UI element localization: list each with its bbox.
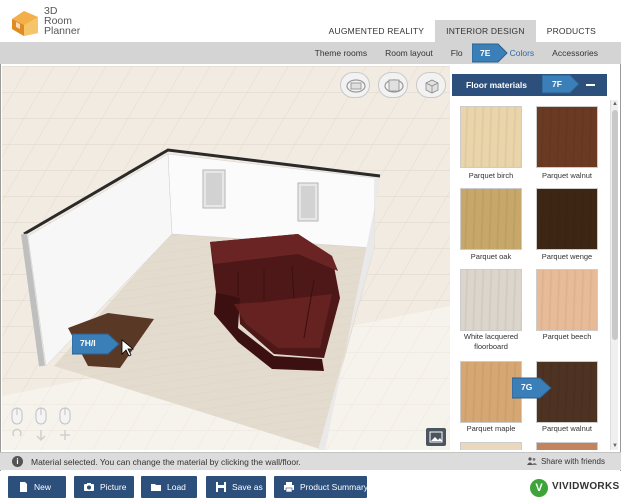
- nav-augmented-reality[interactable]: AUGMENTED REALITY: [318, 20, 436, 42]
- callout-7hi-label: 7H/I: [80, 338, 96, 348]
- picture-button[interactable]: Picture: [74, 476, 134, 498]
- load-label: Load: [167, 482, 186, 492]
- navigation-tools: [10, 406, 80, 444]
- product-summary-label: Product Summary: [300, 482, 369, 492]
- view-mode-controls: [340, 72, 446, 98]
- logo-icon: [12, 11, 38, 36]
- top-view-icon: [384, 79, 404, 93]
- material-swatch-white-lacquered-floorboard[interactable]: [460, 269, 522, 331]
- material-label: Parquet birch: [468, 171, 514, 180]
- product-summary-button[interactable]: Product Summary: [274, 476, 369, 498]
- scroll-thumb[interactable]: [612, 110, 618, 340]
- subnav-theme-rooms[interactable]: Theme rooms: [306, 42, 376, 64]
- picture-label: Picture: [100, 482, 127, 492]
- material-swatch-partial[interactable]: [460, 442, 522, 450]
- material-label: Parquet beech: [542, 332, 592, 341]
- callout-7e-label: 7E: [480, 48, 491, 58]
- callout-7f: 7F: [542, 74, 580, 94]
- load-button[interactable]: Load: [141, 476, 197, 498]
- material-label: White lacquered floorboard: [463, 332, 519, 351]
- material-swatch-parquet-birch[interactable]: [460, 106, 522, 168]
- cube-icon: [425, 79, 439, 94]
- material-label: Parquet oak: [470, 252, 512, 261]
- vividworks-logo[interactable]: V VIVIDWORKS: [530, 478, 620, 498]
- info-icon: i: [12, 456, 23, 467]
- rotate-icon[interactable]: [12, 428, 22, 437]
- rotate-left-view-button[interactable]: [340, 72, 370, 98]
- material-swatch-parquet-walnut[interactable]: [536, 106, 598, 168]
- nav-interior-design[interactable]: INTERIOR DESIGN: [435, 20, 536, 42]
- logo-text: 3D Room Planner: [44, 6, 81, 37]
- material-swatch-parquet-beech[interactable]: [536, 269, 598, 331]
- new-label: New: [34, 482, 52, 492]
- panel-title: Floor materials: [466, 80, 527, 90]
- callout-7g: 7G: [512, 377, 552, 399]
- status-message: Material selected. You can change the ma…: [31, 457, 301, 467]
- material-label: Parquet walnut: [541, 171, 593, 180]
- subnav-room-layout[interactable]: Room layout: [376, 42, 442, 64]
- mouse-right-icon[interactable]: [59, 407, 71, 425]
- material-swatch-parquet-oak[interactable]: [460, 188, 522, 250]
- app-header: 3D Room Planner AUGMENTED REALITY INTERI…: [0, 0, 621, 42]
- new-file-icon: [20, 482, 27, 492]
- bottom-toolbar: New Picture Load Save as Product Summary: [0, 471, 621, 502]
- new-button[interactable]: New: [8, 476, 66, 498]
- panel-scrollbar[interactable]: ▲ ▼: [610, 100, 618, 450]
- material-swatch-partial[interactable]: [536, 442, 598, 450]
- image-icon: [429, 431, 443, 443]
- snapshot-button[interactable]: [426, 428, 446, 446]
- print-icon: [284, 482, 294, 492]
- main-nav: AUGMENTED REALITY INTERIOR DESIGN PRODUC…: [318, 20, 607, 42]
- zoom-icon[interactable]: [60, 430, 70, 440]
- sub-nav: Theme rooms Room layout Flo Colors Acces…: [0, 42, 621, 64]
- nav-products[interactable]: PRODUCTS: [536, 20, 607, 42]
- 3d-viewport[interactable]: [2, 66, 450, 450]
- top-view-button[interactable]: [378, 72, 408, 98]
- people-icon: [526, 457, 537, 465]
- status-bar: i Material selected. You can change the …: [0, 452, 621, 470]
- callout-7hi: 7H/I: [72, 333, 120, 355]
- logo-line-3: Planner: [44, 25, 81, 37]
- callout-7e: 7E: [472, 43, 508, 63]
- save-icon: [216, 482, 226, 492]
- share-label: Share with friends: [540, 457, 605, 466]
- subnav-accessories[interactable]: Accessories: [543, 42, 607, 64]
- material-swatch-parquet-wenge[interactable]: [536, 188, 598, 250]
- callout-7g-label: 7G: [521, 382, 533, 392]
- vividworks-logo-text: VIVIDWORKS: [552, 481, 620, 492]
- save-as-button[interactable]: Save as: [206, 476, 266, 498]
- perspective-view-button[interactable]: [416, 72, 446, 98]
- scroll-up-icon[interactable]: ▲: [611, 100, 619, 108]
- move-down-icon[interactable]: [36, 430, 46, 442]
- material-label: Parquet walnut: [541, 424, 593, 433]
- camera-icon: [84, 483, 94, 491]
- material-label: Parquet wenge: [541, 252, 593, 261]
- save-as-label: Save as: [232, 482, 263, 492]
- mouse-middle-icon[interactable]: [35, 407, 47, 425]
- mouse-left-icon[interactable]: [11, 407, 23, 425]
- room-planner-logo[interactable]: 3D Room Planner: [10, 5, 100, 39]
- folder-icon: [151, 484, 161, 491]
- vividworks-logo-icon: V: [530, 479, 548, 497]
- room-scene: [2, 66, 450, 450]
- panel-header: Floor materials: [452, 74, 607, 96]
- collapse-icon[interactable]: [586, 84, 595, 86]
- rotate-left-icon: [346, 79, 366, 93]
- share-with-friends-link[interactable]: Share with friends: [526, 453, 605, 471]
- material-label: Parquet maple: [466, 424, 516, 433]
- scroll-down-icon[interactable]: ▼: [611, 442, 619, 450]
- callout-7f-label: 7F: [552, 79, 562, 89]
